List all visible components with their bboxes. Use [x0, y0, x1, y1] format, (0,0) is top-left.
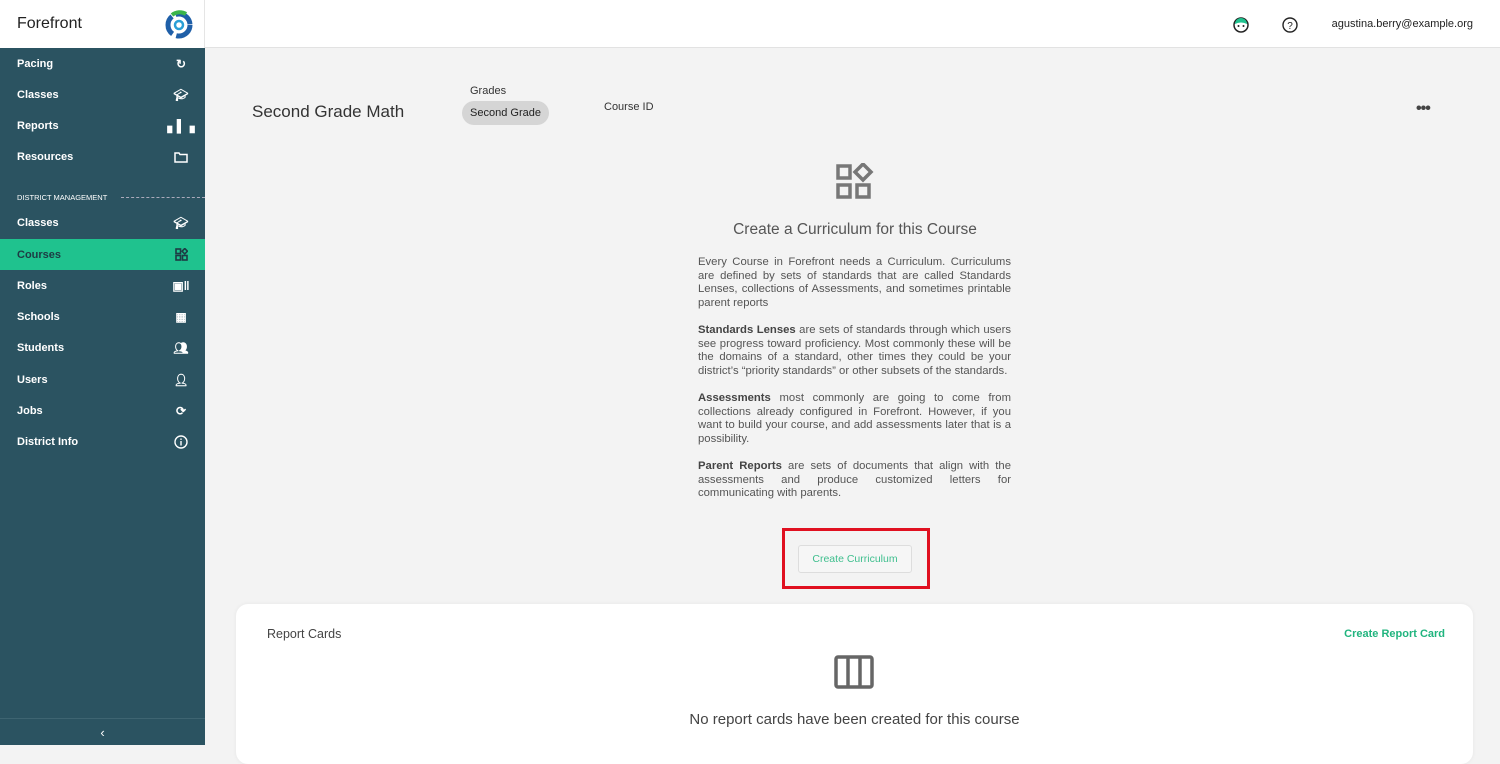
term: Standards Lenses [698, 323, 796, 336]
person-icon: 👤︎ [173, 372, 189, 387]
sidebar-item-label: District Info [17, 435, 79, 448]
section-district-management: DISTRICT MANAGEMENT [17, 193, 205, 202]
grades-label: Grades [470, 85, 507, 97]
folder-icon [174, 150, 188, 164]
sidebar-item-label: Schools [17, 310, 60, 323]
sidebar-item-label: Jobs [17, 404, 43, 417]
app-name: Forefront [17, 15, 82, 32]
sidebar-item-jobs[interactable]: Jobs ⟳ [0, 395, 205, 426]
sidebar-item-courses[interactable]: Courses [0, 239, 205, 270]
info-icon [174, 434, 188, 449]
description-paragraph: Standards Lenses are sets of standards t… [698, 324, 1011, 378]
sidebar-item-label: Students [17, 341, 65, 354]
sidebar-item-district-info[interactable]: District Info [0, 426, 205, 457]
sidebar-item-label: Classes [17, 88, 59, 101]
chevron-left-icon: ‹ [100, 724, 105, 740]
paragraph-text: Every Course in Forefront needs a Curric… [698, 256, 1011, 309]
user-email[interactable]: agustina.berry@example.org [1332, 18, 1473, 30]
empty-state-text: No report cards have been created for th… [689, 711, 1020, 728]
section-label: DISTRICT MANAGEMENT [17, 193, 108, 202]
bar-chart-icon: ▖▌▗ [167, 118, 195, 133]
sidebar-item-label: Reports [17, 119, 59, 132]
forefront-logo-icon [165, 10, 193, 39]
sidebar-item-classes[interactable]: Classes 🎓︎ [0, 79, 205, 110]
sidebar-item-label: Classes [17, 216, 59, 229]
sidebar-item-label: Roles [17, 279, 47, 292]
sidebar-item-label: Courses [17, 248, 62, 261]
sync-icon: ⟳ [175, 403, 187, 418]
sidebar-item-reports[interactable]: Reports ▖▌▗ [0, 110, 205, 141]
sidebar: Forefront Pacing ↻ Classes 🎓︎ Reports ▖▌▗ R… [0, 0, 205, 745]
description-paragraph: Assessments most commonly are going to c… [698, 392, 1011, 446]
sidebar-item-students[interactable]: Students 👥︎ [0, 332, 205, 363]
description-paragraph: Every Course in Forefront needs a Curric… [698, 256, 1011, 310]
view-column-icon [834, 655, 874, 689]
sidebar-item-users[interactable]: Users 👤︎ [0, 364, 205, 395]
course-title: Second Grade Math [252, 102, 405, 121]
sidebar-item-pacing[interactable]: Pacing ↻ [0, 48, 205, 79]
sidebar-item-roles[interactable]: Roles ▣‖ [0, 270, 205, 301]
widgets-icon [174, 248, 188, 262]
sidebar-item-label: Pacing [17, 57, 54, 70]
graduation-cap-icon: 🎓︎ [173, 215, 189, 230]
avatar-icon[interactable] [1233, 17, 1249, 33]
create-report-card-link[interactable]: Create Report Card [1344, 628, 1445, 640]
badge-icon: ▣‖ [172, 278, 190, 293]
term: Assessments [698, 391, 771, 404]
curriculum-description: Every Course in Forefront needs a Curric… [698, 256, 1011, 514]
description-paragraph: Parent Reports are sets of documents tha… [698, 460, 1011, 501]
brand-header: Forefront [0, 0, 205, 48]
top-bar: ? agustina.berry@example.org [205, 0, 1500, 48]
svg-text:?: ? [1287, 21, 1293, 32]
people-icon: 👥︎ [173, 340, 189, 355]
help-icon[interactable]: ? [1282, 17, 1298, 33]
sidebar-item-schools[interactable]: Schools ▦ [0, 301, 205, 332]
divider [121, 197, 205, 198]
widgets-icon [836, 163, 874, 199]
pacing-icon: ↻ [175, 56, 187, 71]
building-icon: ▦ [175, 309, 187, 324]
report-cards-panel: Report Cards Create Report Card No repor… [236, 604, 1473, 764]
sidebar-item-label: Resources [17, 150, 74, 163]
graduation-cap-icon: 🎓︎ [173, 87, 189, 102]
course-id-label: Course ID [604, 101, 654, 113]
sidebar-item-resources[interactable]: Resources [0, 141, 205, 172]
curriculum-heading: Create a Curriculum for this Course [733, 221, 977, 238]
create-curriculum-button[interactable]: Create Curriculum [798, 545, 912, 573]
more-options-icon[interactable]: ••• [1416, 100, 1431, 118]
grade-chip: Second Grade [462, 101, 549, 125]
collapse-sidebar-button[interactable]: ‹ [0, 718, 205, 745]
term: Parent Reports [698, 459, 782, 472]
sidebar-item-district-classes[interactable]: Classes 🎓︎ [0, 207, 205, 238]
report-cards-title: Report Cards [267, 627, 342, 641]
sidebar-item-label: Users [17, 373, 48, 386]
